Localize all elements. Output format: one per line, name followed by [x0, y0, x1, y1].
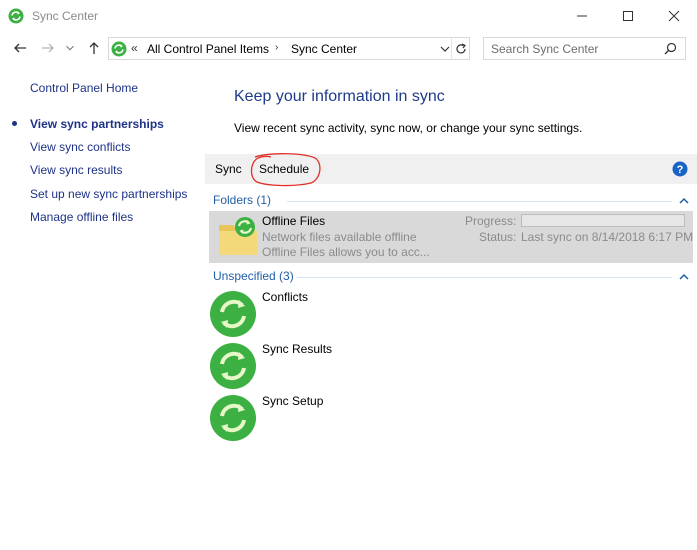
recent-locations-icon [66, 45, 74, 51]
up-button[interactable] [86, 40, 102, 56]
search-icon[interactable] [664, 42, 677, 55]
close-button[interactable] [651, 0, 697, 32]
sidebar: Control Panel Home View sync partnership… [0, 70, 200, 550]
navigation-bar: « All Control Panel Items › Sync Center [0, 34, 697, 62]
title-bar: Sync Center [0, 0, 697, 32]
up-arrow-icon [89, 42, 99, 54]
sidebar-item-control-panel-home[interactable]: Control Panel Home [30, 81, 138, 95]
item-name: Sync Setup [262, 394, 324, 408]
collapse-icon[interactable] [679, 273, 689, 281]
breadcrumb-sync-center[interactable]: Sync Center [291, 42, 357, 56]
address-bar[interactable]: « All Control Panel Items › Sync Center [108, 37, 470, 60]
group-divider [287, 201, 672, 202]
window-title: Sync Center [32, 9, 99, 23]
progress-bar [521, 214, 685, 227]
search-input[interactable] [484, 38, 664, 59]
minimize-button[interactable] [559, 0, 605, 32]
group-header-unspecified[interactable]: Unspecified (3) [213, 269, 294, 283]
page-description: View recent sync activity, sync now, or … [234, 121, 583, 135]
maximize-icon [623, 11, 633, 21]
sync-item-conflicts[interactable]: Conflicts [209, 290, 693, 342]
sidebar-item-manage-offline-files[interactable]: Manage offline files [30, 210, 133, 224]
help-icon[interactable]: ? [672, 161, 688, 177]
maximize-button[interactable] [605, 0, 651, 32]
search-box[interactable] [483, 37, 686, 60]
status-value: Last sync on 8/14/2018 6:17 PM [521, 230, 694, 244]
collapse-icon[interactable] [679, 197, 689, 205]
recent-locations-button[interactable] [64, 40, 76, 56]
forward-arrow-icon [42, 43, 54, 53]
breadcrumb-all-control-panel-items[interactable]: All Control Panel Items [147, 42, 269, 56]
status-label: Status: [479, 230, 517, 244]
sidebar-item-set-up-new-sync-partnerships[interactable]: Set up new sync partnerships [30, 187, 187, 201]
item-name: Offline Files [262, 214, 326, 228]
page-title: Keep your information in sync [234, 88, 445, 105]
main-content: Keep your information in sync View recen… [205, 70, 697, 550]
forward-button[interactable] [40, 40, 56, 56]
sync-center-icon [8, 8, 24, 24]
item-name: Conflicts [262, 290, 309, 304]
sidebar-item-view-sync-conflicts[interactable]: View sync conflicts [30, 140, 130, 154]
breadcrumb-separator[interactable]: › [275, 42, 278, 53]
address-dropdown-icon[interactable] [439, 42, 451, 56]
item-name: Sync Results [262, 342, 333, 356]
breadcrumb-overflow-chevron[interactable]: « [131, 41, 138, 55]
back-button[interactable] [12, 40, 28, 56]
refresh-icon [455, 42, 466, 53]
annotation-circle [250, 153, 321, 187]
group-divider [297, 277, 672, 278]
close-icon [668, 10, 680, 22]
back-arrow-icon [14, 43, 26, 53]
sync-item-sync-results[interactable]: Sync Results [209, 342, 693, 394]
item-detail: Offline Files allows you to acc... [262, 245, 430, 259]
group-header-folders[interactable]: Folders (1) [213, 193, 271, 207]
sync-center-icon [111, 41, 127, 57]
sync-partnership-offline-files[interactable]: Offline Files Network files available of… [209, 211, 693, 263]
sidebar-item-view-sync-partnerships[interactable]: View sync partnerships [30, 117, 164, 131]
sync-icon [210, 395, 256, 441]
current-page-bullet [12, 121, 17, 126]
minimize-icon [577, 15, 587, 17]
item-description: Network files available offline [262, 230, 417, 244]
sync-button[interactable]: Sync [215, 162, 242, 176]
folder-icon [219, 217, 257, 255]
progress-label: Progress: [465, 214, 517, 228]
svg-text:?: ? [677, 164, 684, 176]
sync-item-sync-setup[interactable]: Sync Setup [209, 394, 693, 446]
sidebar-item-view-sync-results[interactable]: View sync results [30, 163, 122, 177]
sync-icon [210, 291, 256, 337]
refresh-button[interactable] [451, 38, 469, 59]
sync-icon [210, 343, 256, 389]
